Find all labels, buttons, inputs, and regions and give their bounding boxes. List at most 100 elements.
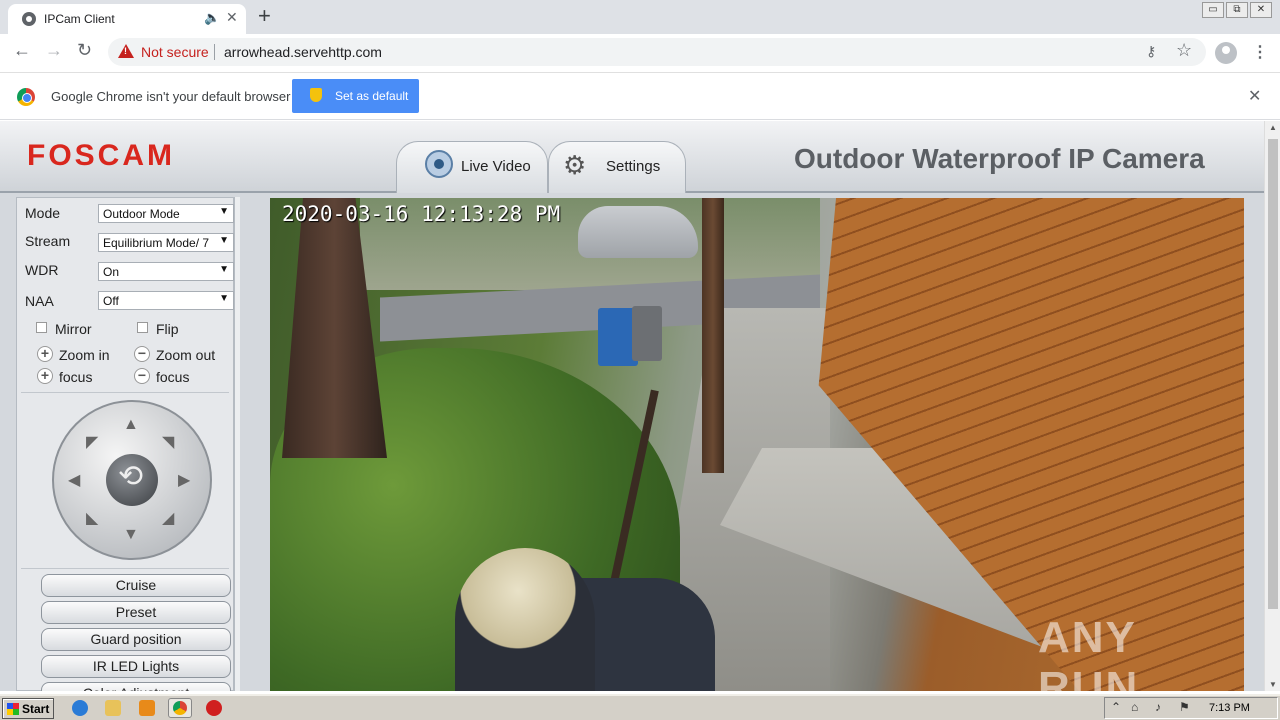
camera-icon: [425, 150, 453, 178]
default-browser-infobar: Google Chrome isn't your default browser…: [0, 72, 1280, 120]
sidebar-scrollbar[interactable]: [234, 197, 240, 691]
naa-label: NAA: [25, 293, 54, 309]
stop-icon[interactable]: [206, 700, 222, 716]
zoom-in-label: Zoom in: [59, 347, 110, 363]
ptz-downright-button[interactable]: ◢: [162, 508, 174, 528]
naa-select[interactable]: Off ▼: [98, 291, 234, 310]
new-tab-button[interactable]: +: [258, 4, 271, 28]
anyrun-watermark: ANY RUN: [1038, 613, 1140, 691]
zoom-out-button[interactable]: −: [134, 346, 150, 362]
focus-plus-button[interactable]: +: [37, 368, 53, 384]
flip-label: Flip: [156, 321, 179, 337]
control-sidebar: Mode Outdoor Mode ▼ Stream Equilibrium M…: [16, 197, 234, 691]
guard-position-button[interactable]: Guard position: [41, 628, 231, 651]
forward-button[interactable]: →: [45, 40, 63, 61]
minimize-button[interactable]: ▭: [1202, 2, 1224, 18]
tab-live-video[interactable]: Live Video: [396, 141, 548, 193]
speaker-icon[interactable]: 🔈: [204, 10, 220, 26]
media-player-icon[interactable]: [139, 700, 155, 716]
windows-flag-icon: [7, 703, 19, 715]
windows-taskbar: Start ⌃ ⌂ ♪ ⚑ 7:13 PM: [0, 694, 1280, 720]
scroll-thumb[interactable]: [1268, 139, 1278, 609]
tab-close-icon[interactable]: ✕: [226, 9, 238, 26]
restore-button[interactable]: ⧉: [1226, 2, 1248, 18]
zoom-out-label: Zoom out: [156, 347, 216, 363]
stream-select[interactable]: Equilibrium Mode/ 7 ▼: [98, 233, 234, 252]
gear-icon: ⚙: [563, 150, 587, 180]
color-adjustment-button[interactable]: Color Adjustment: [41, 682, 231, 691]
camera-header: FOSCAM Live Video ⚙ Settings Outdoor Wat…: [0, 121, 1264, 193]
scroll-down-icon[interactable]: ▼: [1269, 680, 1277, 689]
mode-select[interactable]: Outdoor Mode ▼: [98, 204, 234, 223]
preset-button[interactable]: Preset: [41, 601, 231, 624]
system-tray: ⌃ ⌂ ♪ ⚑ 7:13 PM: [1104, 697, 1278, 719]
naa-value: Off: [103, 294, 119, 308]
foscam-logo: FOSCAM: [27, 139, 175, 172]
cruise-button[interactable]: Cruise: [41, 574, 231, 597]
chrome-taskbar-button[interactable]: [168, 698, 192, 718]
tab-title: IPCam Client: [44, 12, 115, 26]
ptz-right-button[interactable]: ▶: [178, 470, 190, 490]
security-label[interactable]: Not secure: [141, 44, 209, 60]
window-close-button[interactable]: ✕: [1250, 2, 1272, 18]
browser-toolbar: ← → ↻ Not secure arrowhead.servehttp.com…: [0, 34, 1280, 72]
volume-icon[interactable]: ♪: [1155, 700, 1161, 714]
browser-tab[interactable]: IPCam Client 🔈 ✕: [8, 4, 246, 34]
start-button[interactable]: Start: [2, 698, 54, 719]
chevron-down-icon: ▼: [219, 293, 229, 304]
ipcam-page: FOSCAM Live Video ⚙ Settings Outdoor Wat…: [0, 121, 1264, 691]
reload-button[interactable]: ↻: [77, 40, 92, 61]
window-controls: ▭ ⧉ ✕: [1202, 0, 1272, 20]
wdr-value: On: [103, 265, 120, 279]
ptz-up-button[interactable]: ▲: [123, 416, 139, 434]
profile-avatar-icon[interactable]: [1215, 42, 1237, 64]
internet-explorer-icon[interactable]: [72, 700, 88, 716]
bookmark-star-icon[interactable]: ☆: [1176, 40, 1192, 61]
video-trash-can: [632, 306, 662, 361]
ptz-reset-button[interactable]: [106, 454, 158, 506]
ptz-control-pad: ▲ ▼ ◀ ▶ ◤ ◥ ◣ ◢: [52, 400, 212, 560]
action-center-flag-icon[interactable]: ⚑: [1179, 700, 1190, 714]
chevron-down-icon: ▼: [219, 264, 229, 275]
url-text[interactable]: arrowhead.servehttp.com: [224, 44, 382, 60]
tray-expand-icon[interactable]: ⌃: [1111, 700, 1121, 714]
ptz-downleft-button[interactable]: ◣: [86, 508, 98, 528]
clock[interactable]: 7:13 PM: [1209, 702, 1250, 714]
focus-minus-button[interactable]: −: [134, 368, 150, 384]
scroll-up-icon[interactable]: ▲: [1269, 123, 1277, 132]
ptz-left-button[interactable]: ◀: [68, 470, 80, 490]
network-icon[interactable]: ⌂: [1131, 700, 1138, 714]
address-bar[interactable]: Not secure arrowhead.servehttp.com ⚷ ☆: [108, 38, 1206, 66]
stream-value: Equilibrium Mode/ 7: [103, 236, 210, 250]
divider: [21, 568, 229, 569]
mirror-checkbox[interactable]: [36, 322, 47, 333]
shield-icon: [310, 88, 322, 102]
back-button[interactable]: ←: [13, 40, 31, 61]
chrome-icon: [173, 701, 187, 715]
tab-settings[interactable]: ⚙ Settings: [548, 141, 686, 193]
product-title: Outdoor Waterproof IP Camera: [794, 143, 1205, 174]
chevron-down-icon: ▼: [219, 235, 229, 246]
mode-label: Mode: [25, 205, 61, 221]
folder-icon[interactable]: [105, 700, 121, 716]
ptz-upright-button[interactable]: ◥: [162, 432, 174, 452]
key-icon[interactable]: ⚷: [1146, 43, 1156, 60]
flip-checkbox[interactable]: [137, 322, 148, 333]
stream-label: Stream: [25, 233, 71, 249]
set-as-default-label: Set as default: [335, 89, 409, 103]
ptz-down-button[interactable]: ▼: [123, 526, 139, 544]
zoom-in-button[interactable]: +: [37, 346, 53, 362]
live-video-feed[interactable]: 2020-03-16 12:13:28 PM ANY RUN: [270, 198, 1244, 691]
video-car: [578, 206, 698, 258]
infobar-close-icon[interactable]: ✕: [1248, 86, 1261, 106]
page-scrollbar[interactable]: ▲ ▼: [1264, 121, 1280, 691]
set-as-default-button[interactable]: Set as default: [292, 79, 419, 113]
mode-value: Outdoor Mode: [103, 207, 180, 221]
chrome-menu-icon[interactable]: ⋮: [1252, 42, 1268, 62]
ir-led-lights-button[interactable]: IR LED Lights: [41, 655, 231, 678]
video-timestamp: 2020-03-16 12:13:28 PM: [282, 202, 561, 226]
ptz-upleft-button[interactable]: ◤: [86, 432, 98, 452]
warning-icon[interactable]: [118, 44, 134, 58]
divider: [21, 392, 229, 393]
wdr-select[interactable]: On ▼: [98, 262, 234, 281]
